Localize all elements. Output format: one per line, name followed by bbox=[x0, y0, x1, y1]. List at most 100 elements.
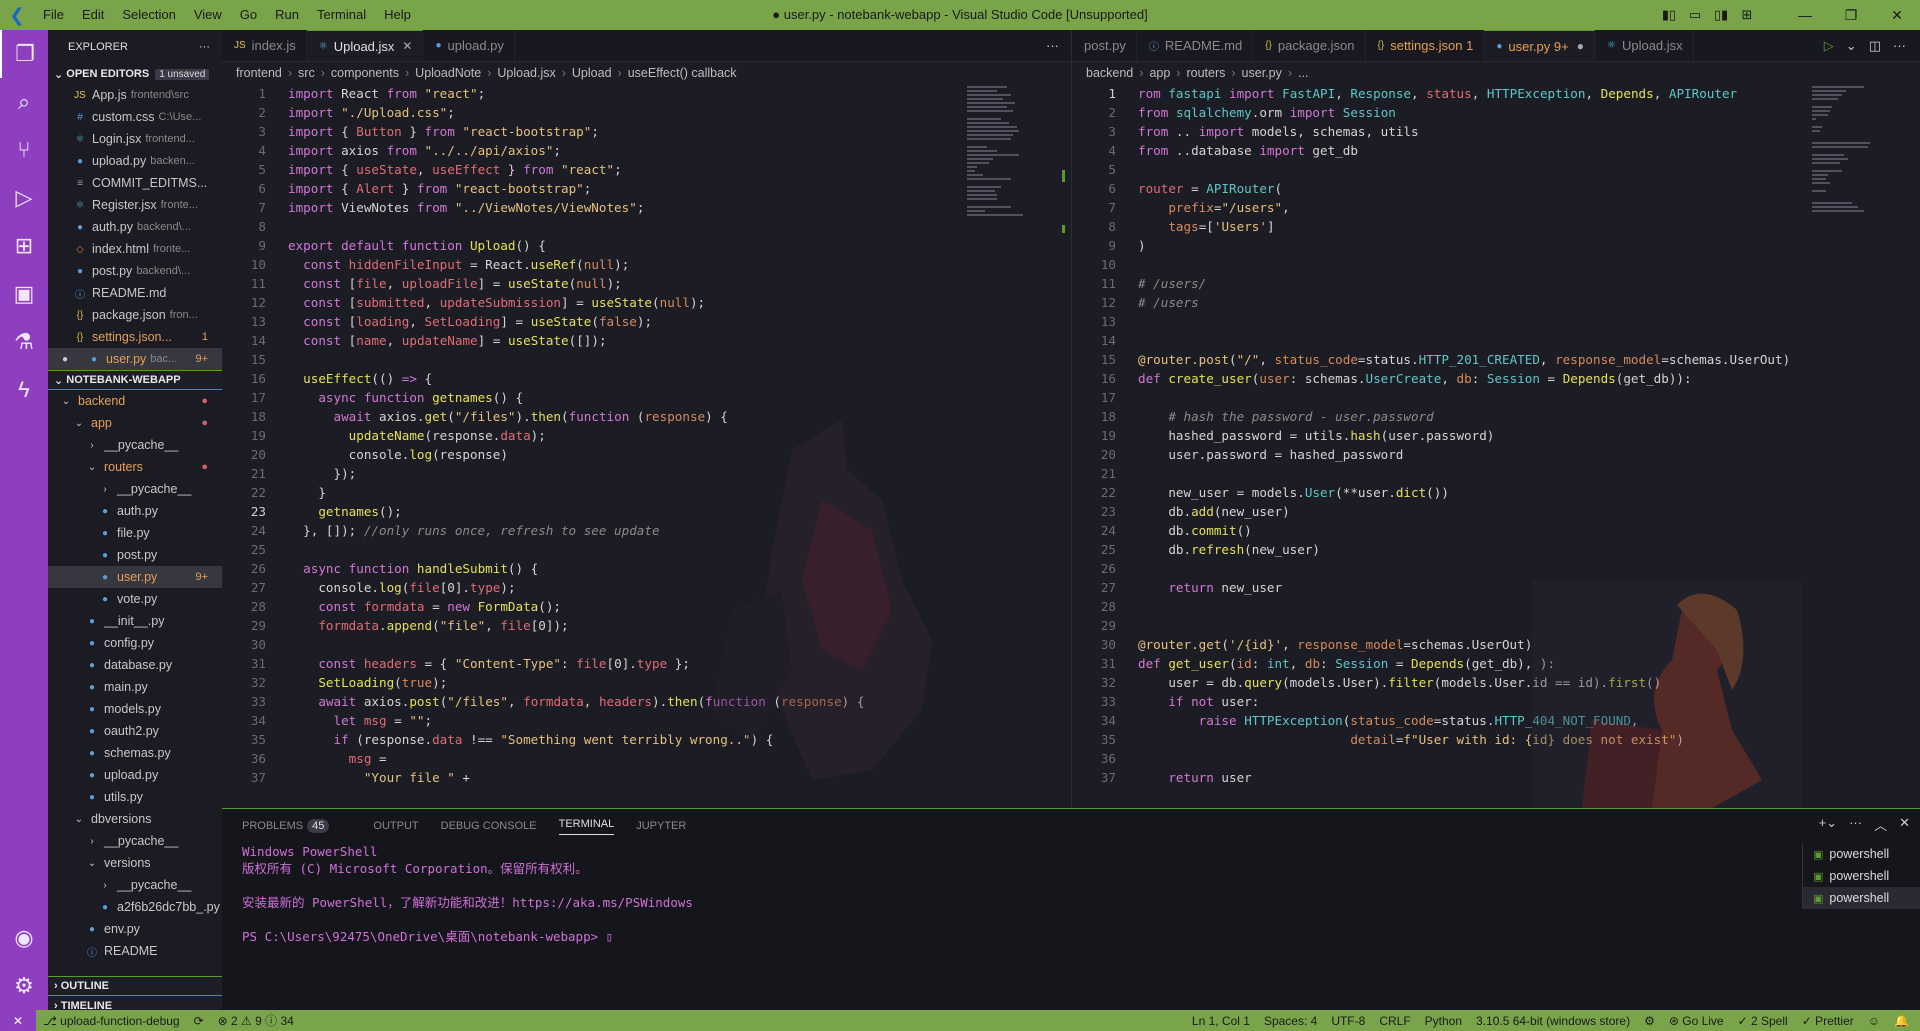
status-item[interactable]: 3.10.5 64-bit (windows store) bbox=[1476, 1014, 1630, 1028]
editor-tab-settings-json[interactable]: {} settings.json 1 bbox=[1366, 30, 1485, 61]
open-editor-item[interactable]: {} package.json fron... bbox=[48, 304, 222, 326]
search-icon[interactable]: ⌕ bbox=[0, 78, 48, 126]
open-editor-item[interactable]: # custom.css C:\Use... bbox=[48, 106, 222, 128]
status-item[interactable]: ⊛ Go Live bbox=[1669, 1014, 1724, 1028]
file-item[interactable]: ⓘ README bbox=[48, 940, 222, 962]
file-item[interactable]: ● models.py bbox=[48, 698, 222, 720]
open-editor-item[interactable]: ● ● user.py bac... 9+ bbox=[48, 348, 222, 370]
status-item[interactable]: UTF-8 bbox=[1331, 1014, 1365, 1028]
folder-item[interactable]: ⌄ app ● bbox=[48, 412, 222, 434]
breadcrumb-item[interactable]: frontend bbox=[236, 66, 282, 80]
project-section[interactable]: ⌄ NOTEBANK-WEBAPP bbox=[48, 370, 222, 390]
folder-item[interactable]: ⌄ dbversions bbox=[48, 808, 222, 830]
status-item[interactable]: ⚙ bbox=[1644, 1014, 1655, 1028]
terminal-instance[interactable]: ▣ powershell bbox=[1803, 843, 1920, 865]
editor-tab-upload-py[interactable]: ● upload.py bbox=[423, 30, 515, 61]
status-item[interactable]: Ln 1, Col 1 bbox=[1192, 1014, 1250, 1028]
breadcrumb-item[interactable]: routers bbox=[1186, 66, 1225, 80]
file-item[interactable]: ● vote.py bbox=[48, 588, 222, 610]
status-item[interactable]: ✓ Prettier bbox=[1802, 1014, 1854, 1028]
breadcrumb-item[interactable]: Upload.jsx bbox=[497, 66, 555, 80]
panel-more-icon[interactable]: ··· bbox=[1849, 815, 1862, 834]
file-item[interactable]: ● file.py bbox=[48, 522, 222, 544]
open-editors-section[interactable]: ⌄ OPEN EDITORS 1 unsaved bbox=[48, 64, 222, 84]
outline-section[interactable]: › OUTLINE bbox=[48, 976, 222, 996]
folder-item[interactable]: › __pycache__ bbox=[48, 434, 222, 456]
terminal-output[interactable]: Windows PowerShell 版权所有 (C) Microsoft Cor… bbox=[222, 843, 1920, 945]
terminal-instance[interactable]: ▣ powershell bbox=[1803, 887, 1920, 909]
remote-explorer-icon[interactable]: ▣ bbox=[0, 270, 48, 318]
menu-item-go[interactable]: Go bbox=[231, 0, 266, 30]
panel-tab-problems[interactable]: PROBLEMS 45 bbox=[242, 819, 351, 833]
source-control-icon[interactable]: ⑂ bbox=[0, 126, 48, 174]
left-minimap[interactable] bbox=[967, 84, 1025, 264]
git-branch[interactable]: ⎇ upload-function-debug bbox=[43, 1014, 180, 1028]
file-item[interactable]: ● database.py bbox=[48, 654, 222, 676]
open-editor-item[interactable]: ● auth.py backend\... bbox=[48, 216, 222, 238]
file-item[interactable]: ● utils.py bbox=[48, 786, 222, 808]
folder-item[interactable]: ⌄ versions bbox=[48, 852, 222, 874]
new-terminal-icon[interactable]: +⌄ bbox=[1819, 815, 1837, 834]
close-tab-icon[interactable]: ✕ bbox=[402, 39, 412, 53]
open-editor-item[interactable]: ◇ index.html fronte... bbox=[48, 238, 222, 260]
editor-tab-index-js[interactable]: JS index.js bbox=[222, 30, 307, 61]
file-item[interactable]: ● __init__.py bbox=[48, 610, 222, 632]
file-item[interactable]: ● post.py bbox=[48, 544, 222, 566]
breadcrumb-item[interactable]: app bbox=[1149, 66, 1170, 80]
right-code[interactable]: 1 rom fastapi import FastAPI, Response, s… bbox=[1072, 84, 1920, 787]
file-item[interactable]: ● upload.py bbox=[48, 764, 222, 786]
breadcrumb-item[interactable]: backend bbox=[1086, 66, 1133, 80]
settings-gear-icon[interactable]: ⚙ bbox=[0, 962, 48, 1010]
menu-item-edit[interactable]: Edit bbox=[73, 0, 113, 30]
editor-tab-user-py[interactable]: ● user.py 9+ ● bbox=[1484, 30, 1595, 61]
editor-tab-upload-jsx[interactable]: ⚛ Upload.jsx ✕ bbox=[306, 30, 424, 61]
breadcrumb-item[interactable]: src bbox=[298, 66, 315, 80]
editor-tab-post-py[interactable]: post.py bbox=[1072, 30, 1137, 61]
panel-tab-terminal[interactable]: TERMINAL bbox=[558, 818, 615, 835]
account-icon[interactable]: ◉ bbox=[0, 914, 48, 962]
more-actions-icon[interactable]: ··· bbox=[199, 41, 210, 53]
breadcrumb-item[interactable]: UploadNote bbox=[415, 66, 481, 80]
explorer-icon[interactable]: ❐ bbox=[0, 30, 48, 78]
status-item[interactable]: CRLF bbox=[1379, 1014, 1410, 1028]
toggle-sidebar-icon[interactable]: ▮▯ bbox=[1656, 7, 1682, 23]
breadcrumb-item[interactable]: ... bbox=[1298, 66, 1308, 80]
open-editor-item[interactable]: JS App.js frontend\src bbox=[48, 84, 222, 106]
status-item[interactable]: ✓ 2 Spell bbox=[1738, 1014, 1788, 1028]
toggle-panel-icon[interactable]: ▭ bbox=[1682, 7, 1708, 23]
status-item[interactable]: ☺ bbox=[1868, 1014, 1880, 1028]
panel-tab-debug-console[interactable]: DEBUG CONSOLE bbox=[441, 820, 537, 832]
folder-item[interactable]: › __pycache__ bbox=[48, 874, 222, 896]
folder-item[interactable]: › __pycache__ bbox=[48, 830, 222, 852]
unsaved-dot-icon[interactable]: ● bbox=[1577, 39, 1584, 53]
menu-item-view[interactable]: View bbox=[185, 0, 231, 30]
open-editor-item[interactable]: ● upload.py backen... bbox=[48, 150, 222, 172]
breadcrumb-item[interactable]: Upload bbox=[572, 66, 612, 80]
folder-item[interactable]: ⌄ routers ● bbox=[48, 456, 222, 478]
open-editor-item[interactable]: ≡ COMMIT_EDITMS... bbox=[48, 172, 222, 194]
testing-icon[interactable]: ⚗ bbox=[0, 318, 48, 366]
menu-item-file[interactable]: File bbox=[34, 0, 73, 30]
editor-tab-package-json[interactable]: {} package.json bbox=[1253, 30, 1366, 61]
left-code[interactable]: 1 import React from "react"; 2 import "./Up… bbox=[222, 84, 1071, 787]
panel-tab-output[interactable]: OUTPUT bbox=[373, 820, 418, 832]
file-item[interactable]: ● env.py bbox=[48, 918, 222, 940]
editor-more-icon[interactable]: ··· bbox=[1034, 30, 1071, 61]
open-editor-item[interactable]: {} settings.json... 1 bbox=[48, 326, 222, 348]
editor-tab-upload-jsx[interactable]: ⚛ Upload.jsx bbox=[1595, 30, 1694, 61]
panel-tab-jupyter[interactable]: JUPYTER bbox=[636, 820, 686, 832]
open-editor-item[interactable]: ⓘ README.md bbox=[48, 282, 222, 304]
menu-item-selection[interactable]: Selection bbox=[113, 0, 184, 30]
extensions-icon[interactable]: ⊞ bbox=[0, 222, 48, 270]
problems-status[interactable]: ⊗ 2 ⚠ 9 ⓘ 34 bbox=[218, 1012, 294, 1029]
toggle-secondary-sidebar-icon[interactable]: ▯▮ bbox=[1708, 7, 1734, 23]
file-item[interactable]: ● a2f6b26dc7bb_.py bbox=[48, 896, 222, 918]
remote-indicator[interactable]: ✕ bbox=[0, 1010, 36, 1031]
close-panel-icon[interactable]: ✕ bbox=[1899, 815, 1910, 834]
breadcrumb-item[interactable]: components bbox=[331, 66, 399, 80]
folder-item[interactable]: ⌄ backend ● bbox=[48, 390, 222, 412]
run-dropdown-icon[interactable]: ⌄ bbox=[1846, 38, 1857, 54]
status-item[interactable]: 🔔 bbox=[1894, 1014, 1909, 1028]
close-window-icon[interactable]: ✕ bbox=[1874, 7, 1920, 24]
breadcrumb-item[interactable]: user.py bbox=[1242, 66, 1282, 80]
